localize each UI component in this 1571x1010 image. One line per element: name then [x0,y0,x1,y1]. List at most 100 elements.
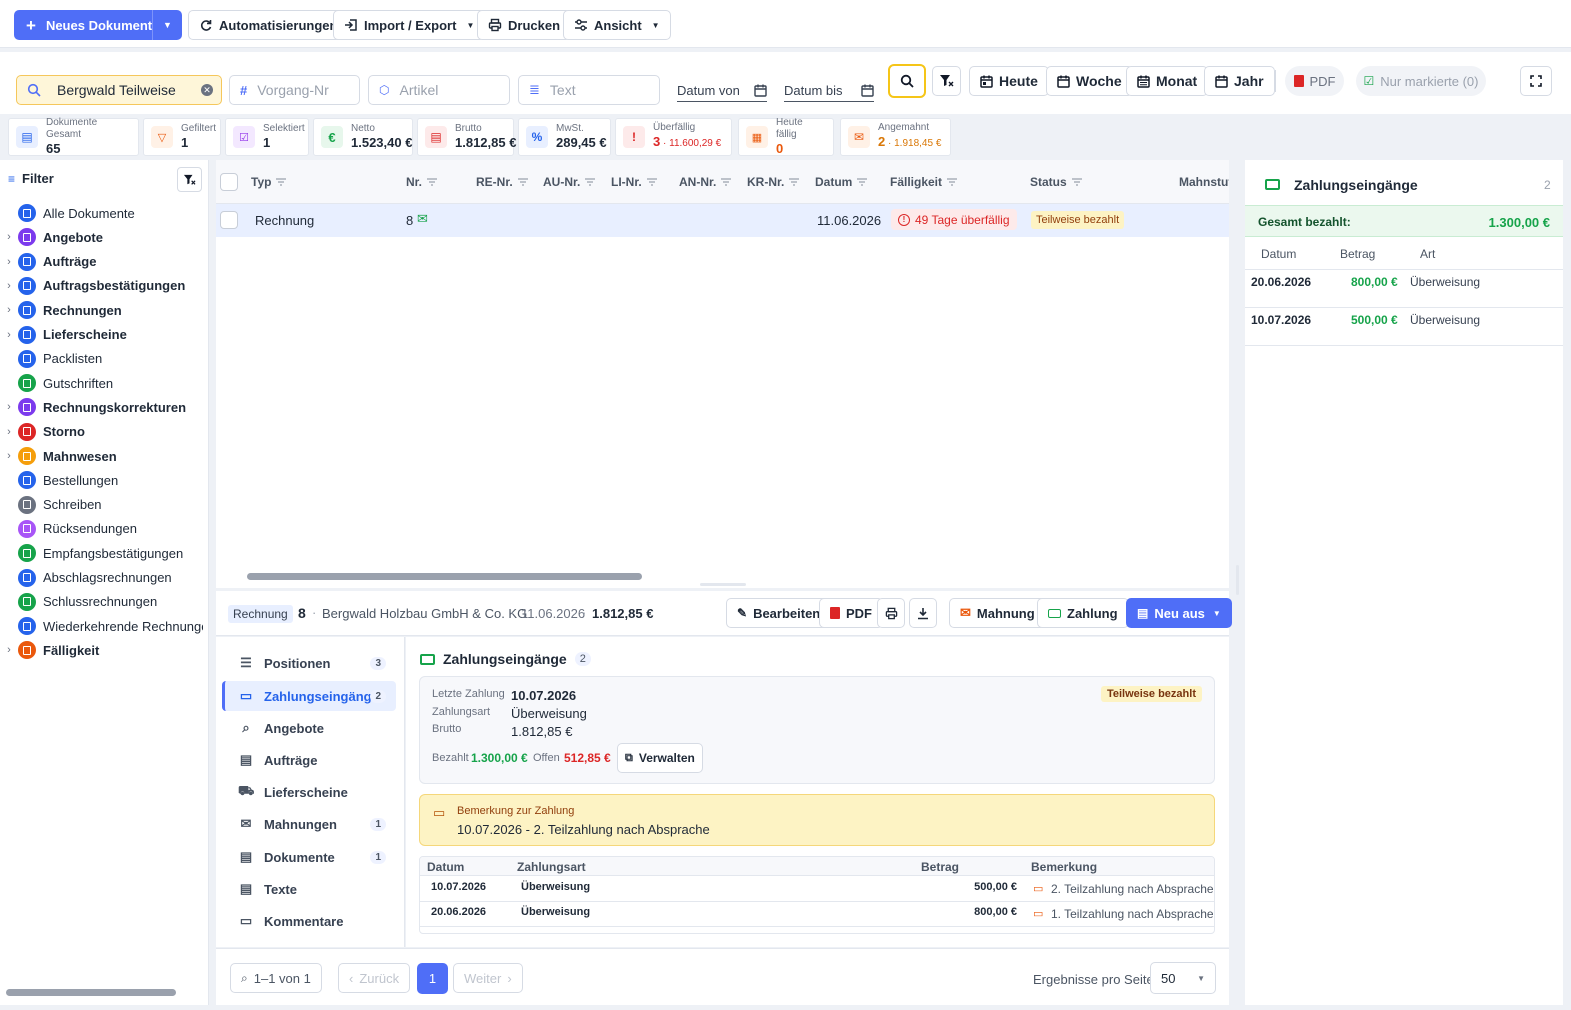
sidebar-item[interactable]: Abschlagsrechnungen [0,566,207,590]
month-button[interactable]: Monat [1126,66,1209,96]
search-button[interactable] [888,64,926,98]
only-marked-toggle[interactable]: ☑ Nur markierte (0) [1356,66,1486,96]
sidebar-item[interactable]: › Auftragsbestätigungen [0,274,207,298]
detail-tab[interactable]: ⌕ Angebote [222,713,396,743]
row-checkbox[interactable] [220,211,238,229]
chevron-right-icon[interactable]: › [0,329,18,341]
stat-gross[interactable]: ▤ Brutto 1.812,85 € [417,118,516,156]
resize-handle[interactable] [700,583,746,586]
column-header[interactable]: Nr. [406,175,438,189]
column-header[interactable]: Mahnstufe [1179,175,1229,189]
new-document-dropdown[interactable]: ▼ [152,10,182,40]
next-page-button[interactable]: Weiter › [453,963,523,993]
sidebar-item[interactable]: Schreiben [0,493,207,517]
print-button[interactable]: Drucken [477,10,572,40]
detail-tab[interactable]: ▭ Kommentare [222,906,396,936]
clear-icon[interactable]: ✕ [201,84,213,96]
import-export-button[interactable]: Import / Export ▼ [333,10,486,40]
horizontal-scrollbar[interactable] [247,573,642,580]
results-info-button[interactable]: ⌕ 1–1 von 1 [230,963,322,993]
detail-tab[interactable]: ☰ Positionen 3 [222,648,396,678]
sidebar-item[interactable]: › Angebote [0,225,207,249]
column-header[interactable]: KR-Nr. [747,175,800,189]
payment-row[interactable]: 10.07.2026 Überweisung 500,00 € ▭ 2. Teilzah… [420,877,1214,902]
new-document-button[interactable]: + Neues Dokument ▼ [14,10,182,40]
column-header[interactable]: RE-Nr. [476,175,528,189]
sidebar-item[interactable]: Gutschriften [0,371,207,395]
edit-button[interactable]: ✎ Bearbeiten [726,598,832,628]
column-header[interactable]: Status [1030,175,1082,189]
view-button[interactable]: Ansicht ▼ [563,10,671,40]
manage-payments-button[interactable]: ⧉ Verwalten [617,743,703,773]
sidebar-item[interactable]: › Rechnungskorrekturen [0,395,207,419]
column-filter-icon[interactable] [585,178,596,186]
detail-tab[interactable]: ▤ Texte [222,874,396,904]
vorgang-field[interactable]: # Vorgang-Nr [229,75,360,105]
column-header[interactable]: LI-Nr. [611,175,657,189]
prev-page-button[interactable]: ‹ Zurück [338,963,411,993]
column-header[interactable]: Datum [815,175,868,189]
pdf-button[interactable]: PDF [819,598,883,628]
stat-overdue[interactable]: ! Überfällig 3 · 11.600,29 € [615,118,732,156]
column-filter-icon[interactable] [276,178,287,186]
stat-dunned[interactable]: ✉ Angemahnt 2 · 1.918,45 € [840,118,951,156]
clear-filter-button[interactable] [932,66,961,96]
sidebar-item[interactable]: Rücksendungen [0,517,207,541]
new-from-button[interactable]: ▤ Neu aus ▼ [1126,598,1232,628]
clear-sidebar-filter-button[interactable] [177,167,202,192]
week-button[interactable]: Woche [1046,66,1133,96]
year-button[interactable]: Jahr [1204,66,1275,96]
pdf-export-button[interactable]: PDF [1285,66,1344,96]
sidebar-item[interactable]: › Lieferscheine [0,323,207,347]
detail-tab[interactable]: ▭ Zahlungseingänge 2 [222,681,396,711]
column-header[interactable]: Fälligkeit [890,175,958,189]
sidebar-item[interactable]: › Storno [0,420,207,444]
column-header[interactable]: Typ [251,175,287,189]
chevron-right-icon[interactable]: › [0,401,18,413]
fullscreen-button[interactable] [1520,66,1552,96]
download-button[interactable] [909,598,937,628]
stat-total[interactable]: ▤ Dokumente Gesamt 65 [8,117,139,156]
today-button[interactable]: Heute [969,66,1049,96]
sidebar-item[interactable]: › Mahnwesen [0,444,207,468]
detail-tab[interactable]: ✉ Mahnungen 1 [222,809,396,839]
sidebar-item[interactable]: Packlisten [0,347,207,371]
column-header[interactable]: AU-Nr. [543,175,596,189]
stat-filtered[interactable]: ▽ Gefiltert 1 [143,118,221,156]
chevron-right-icon[interactable]: › [0,644,18,656]
detail-tab[interactable]: ▤ Aufträge [222,745,396,775]
selected-row[interactable]: Rechnung 8 ✉ 11.06.2026 ! 49 Tage überfä… [216,204,1229,237]
stat-due-today[interactable]: ▦ Heute fällig 0 [738,117,834,156]
column-filter-icon[interactable] [789,178,800,186]
dunning-button[interactable]: ✉ Mahnung [949,598,1046,628]
column-filter-icon[interactable] [947,178,958,186]
search-input[interactable]: Bergwald Teilweise ✕ [16,75,222,105]
column-header[interactable]: AN-Nr. [679,175,732,189]
stat-vat[interactable]: % MwSt. 289,45 € [518,118,611,156]
side-payment-row[interactable]: 10.07.2026 500,00 € Überweisung [1245,308,1563,346]
column-filter-icon[interactable] [721,178,732,186]
detail-tab[interactable]: ⛟ Lieferscheine [222,777,396,807]
sidebar-item[interactable]: Alle Dokumente [0,201,207,225]
sidebar-item[interactable]: › Fälligkeit [0,638,207,662]
column-filter-icon[interactable] [517,178,528,186]
column-filter-icon[interactable] [1071,178,1082,186]
sidebar-item[interactable]: Empfangsbestätigungen [0,541,207,565]
sidebar-item[interactable]: Schlussrechnungen [0,590,207,614]
automations-button[interactable]: Automatisierungen [188,10,349,40]
column-filter-icon[interactable] [646,178,657,186]
sidebar-scrollbar[interactable] [6,989,176,996]
stat-selected[interactable]: ☑ Selektiert 1 [225,118,309,156]
print-doc-button[interactable] [877,598,905,628]
chevron-right-icon[interactable]: › [0,450,18,462]
sidebar-item[interactable]: › Aufträge [0,250,207,274]
sidebar-item[interactable]: Wiederkehrende Rechnungen [0,614,207,638]
detail-tab[interactable]: ▤ Dokumente 1 [222,842,396,872]
chevron-right-icon[interactable]: › [0,231,18,243]
side-payment-row[interactable]: 20.06.2026 800,00 € Überweisung [1245,270,1563,308]
chevron-right-icon[interactable]: › [0,280,18,292]
chevron-right-icon[interactable]: › [0,304,18,316]
date-to-field[interactable]: Datum bis [784,80,874,102]
column-filter-icon[interactable] [857,178,868,186]
per-page-select[interactable]: 50 ▼ [1150,962,1216,994]
